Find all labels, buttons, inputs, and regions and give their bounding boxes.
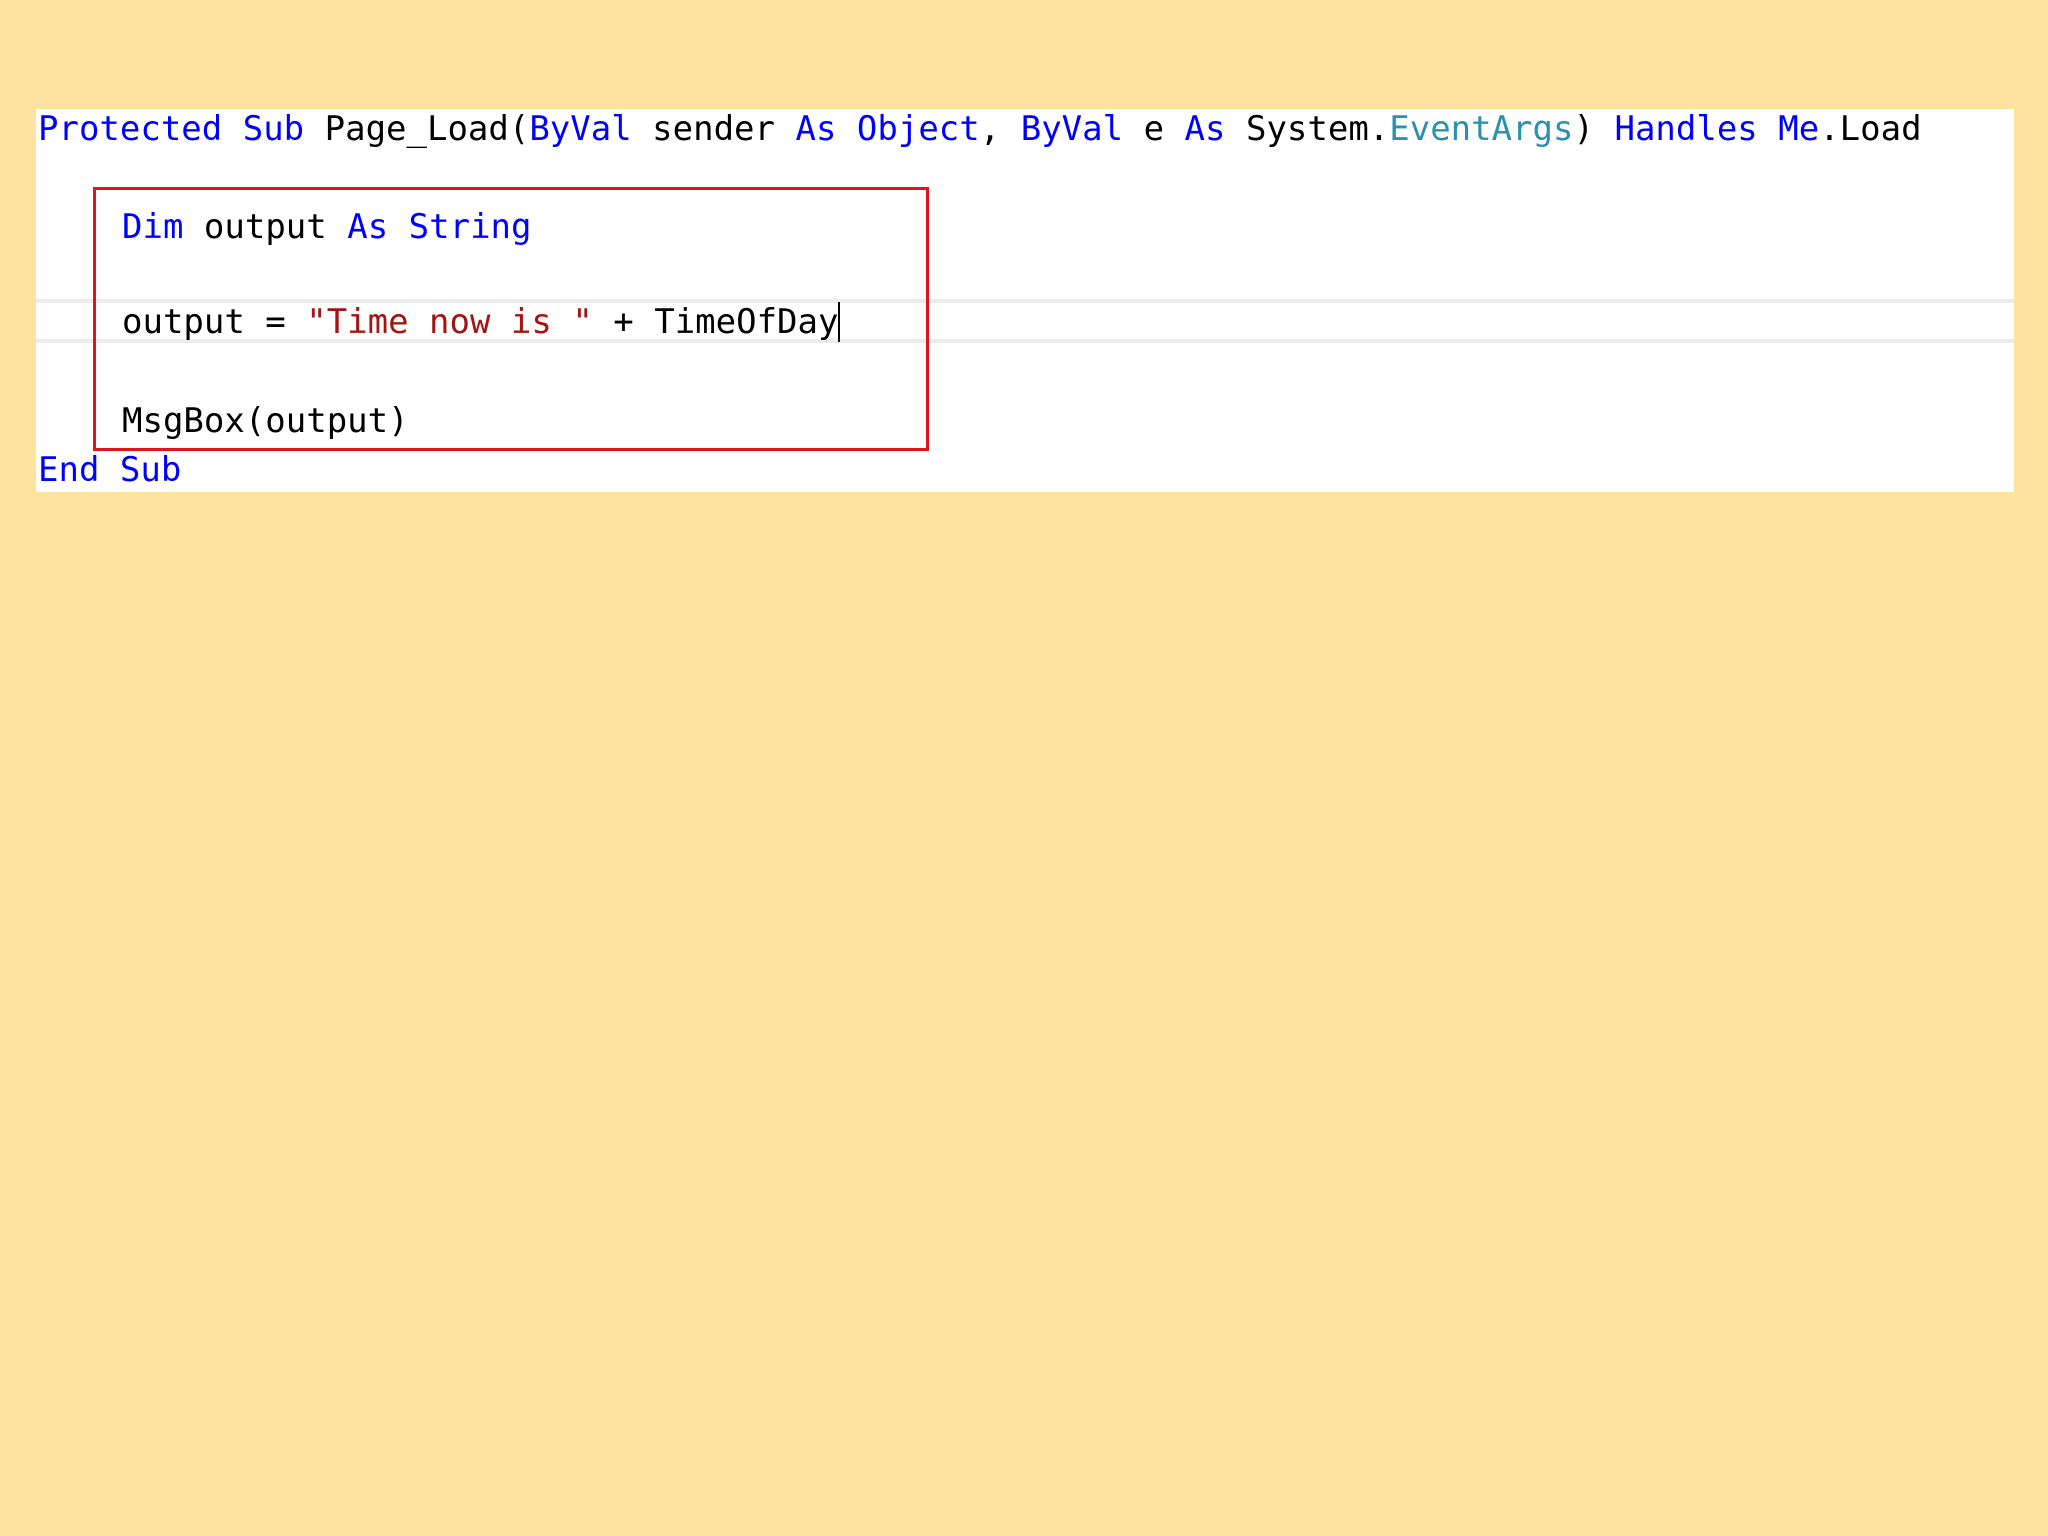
close-paren: ) [1573,109,1594,149]
keyword-sub: Sub [242,109,305,149]
keyword-end: End [38,450,100,490]
namespace-system: System. [1245,109,1390,149]
type-eventargs: EventArgs [1389,109,1574,149]
method-name: Page_Load( [324,109,530,149]
keyword-handles: Handles [1614,109,1758,149]
event-load: .Load [1819,109,1922,149]
keyword-byval: ByVal [1020,109,1124,149]
comma: , [979,109,1001,149]
type-object: Object [856,109,980,149]
keyword-as: As [795,109,837,149]
code-line-end-sub[interactable]: End Sub [38,450,181,490]
highlight-box [93,187,929,451]
parameter-e: e [1143,109,1165,149]
code-line-sub-declaration[interactable]: Protected Sub Page_Load(ByVal sender As … [38,109,1922,149]
keyword-sub: Sub [119,450,182,490]
keyword-byval: ByVal [529,109,632,149]
keyword-me: Me [1778,109,1820,149]
keyword-as: As [1184,109,1226,149]
parameter-sender: sender [652,109,775,149]
keyword-protected: Protected [38,109,223,149]
